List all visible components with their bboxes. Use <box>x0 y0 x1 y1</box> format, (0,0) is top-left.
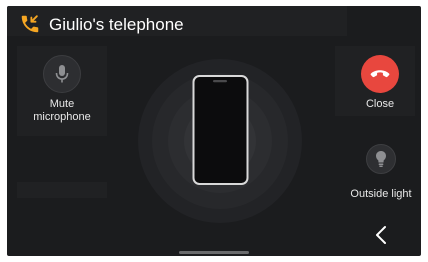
mute-label-line-1: Mute <box>49 98 75 110</box>
back-button[interactable] <box>369 222 393 248</box>
close-label: Close <box>365 98 395 110</box>
intercom-call-screen: Giulio's telephone Mute microphone Close <box>7 6 421 256</box>
left-lower-panel <box>17 182 107 198</box>
outside-light-label: Outside light <box>350 188 412 200</box>
light-bulb-icon <box>376 151 386 167</box>
home-indicator[interactable] <box>179 251 249 254</box>
caller-title: Giulio's telephone <box>49 15 184 34</box>
call-header: Giulio's telephone <box>7 6 347 36</box>
phone-callback-icon <box>21 15 39 33</box>
smartphone-icon <box>192 75 249 185</box>
mute-label-line-2: microphone <box>33 111 91 123</box>
outside-light-button[interactable] <box>366 144 396 174</box>
mute-microphone-label: Mute microphone <box>17 98 107 124</box>
close-call-button[interactable] <box>361 55 399 93</box>
hang-up-icon <box>370 70 390 78</box>
chevron-left-icon <box>376 226 386 244</box>
calling-animation <box>138 59 302 223</box>
mute-microphone-button[interactable] <box>43 55 81 93</box>
microphone-icon <box>55 65 69 83</box>
